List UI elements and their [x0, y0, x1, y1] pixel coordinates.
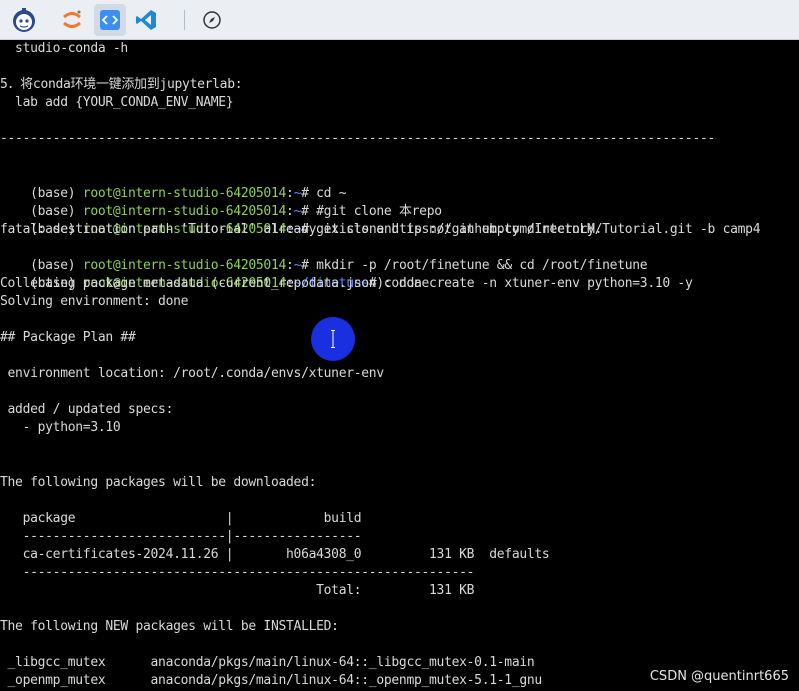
prompt-line: (base) root@intern-studio-64205014:~/fin…: [30, 276, 693, 291]
terminal-line: The following packages will be downloade…: [0, 475, 317, 490]
terminal-line: Collecting package metadata (current_rep…: [0, 276, 430, 291]
mascot-logo-icon[interactable]: [8, 4, 40, 36]
terminal-line: ## Package Plan ##: [0, 330, 136, 345]
terminal-line: studio-conda -h: [0, 41, 128, 56]
terminal-line: _libgcc_mutex anaconda/pkgs/main/linux-6…: [0, 655, 535, 670]
prompt-line: (base) root@intern-studio-64205014:~# gi…: [30, 222, 761, 237]
terminal-line: lab add {YOUR_CONDA_ENV_NAME}: [0, 95, 234, 110]
code-icon[interactable]: [94, 4, 126, 36]
terminal-line: 5．将conda环境一键添加到jupyterlab:: [0, 77, 243, 92]
terminal-line: - python=3.10: [0, 420, 121, 435]
terminal-line: ca-certificates-2024.11.26 | h06a4308_0 …: [0, 547, 550, 562]
terminal[interactable]: studio-conda -h 5．将conda环境一键添加到jupyterla…: [0, 40, 799, 691]
terminal-line: ---------------------------|------------…: [0, 529, 362, 544]
watermark: CSDN @quentinrt665: [649, 669, 789, 684]
jupyter-icon[interactable]: [56, 4, 88, 36]
mouse-cursor-indicator: [311, 317, 355, 361]
terminal-line: ----------------------------------------…: [0, 565, 475, 580]
vscode-icon[interactable]: [130, 4, 162, 36]
terminal-line: The following NEW packages will be INSTA…: [0, 619, 339, 634]
error-line: fatal: destination path 'Tutorial' alrea…: [0, 222, 603, 237]
terminal-separator: ----------------------------------------…: [0, 131, 716, 146]
prompt-line: (base) root@intern-studio-64205014:~# #g…: [30, 204, 442, 219]
toolbar: [0, 0, 799, 40]
terminal-line: package | build: [0, 511, 362, 526]
terminal-line: Solving environment: done: [0, 294, 189, 309]
terminal-line: _openmp_mutex anaconda/pkgs/main/linux-6…: [0, 673, 543, 688]
terminal-line: added / updated specs:: [0, 402, 174, 417]
terminal-line: Total: 131 KB: [0, 583, 475, 598]
prompt-line: (base) root@intern-studio-64205014:~# cd…: [30, 186, 347, 201]
prompt-line: (base) root@intern-studio-64205014:~# mk…: [30, 258, 648, 273]
compass-icon[interactable]: [196, 4, 228, 36]
toolbar-divider: [184, 10, 185, 30]
terminal-line: environment location: /root/.conda/envs/…: [0, 366, 385, 381]
text-cursor-icon: [331, 330, 335, 348]
